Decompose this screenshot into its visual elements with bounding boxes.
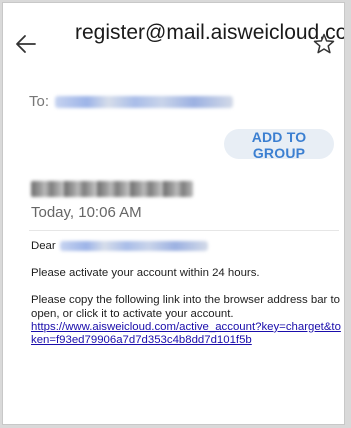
message-body: Dear Please activate your account within… [31, 240, 343, 347]
divider [29, 230, 339, 231]
recipient-redacted [55, 96, 234, 109]
greeting-row: Dear [31, 240, 343, 253]
activation-link[interactable]: https://www.aisweicloud.com/active_accou… [31, 321, 341, 346]
add-to-group-button[interactable]: ADD TO GROUP [224, 129, 334, 161]
back-arrow-icon[interactable] [13, 31, 39, 57]
instruction-paragraph: Please copy the following link into the … [31, 294, 343, 347]
star-icon[interactable] [312, 32, 336, 56]
to-label: To: [29, 93, 50, 111]
instruction-text: Please copy the following link into the … [31, 294, 340, 320]
email-view: register@mail.aisweicloud.com To: ADD TO… [2, 2, 345, 425]
activation-notice: Please activate your account within 24 h… [31, 267, 260, 280]
sender-email-title: register@mail.aisweicloud.com [75, 21, 345, 44]
message-date: Today, 10:06 AM [31, 204, 142, 221]
recipient-row: To: [29, 92, 234, 112]
greeting-text: Dear [31, 240, 56, 252]
greeting-name-redacted [59, 240, 208, 251]
sender-name-redacted [31, 181, 193, 197]
